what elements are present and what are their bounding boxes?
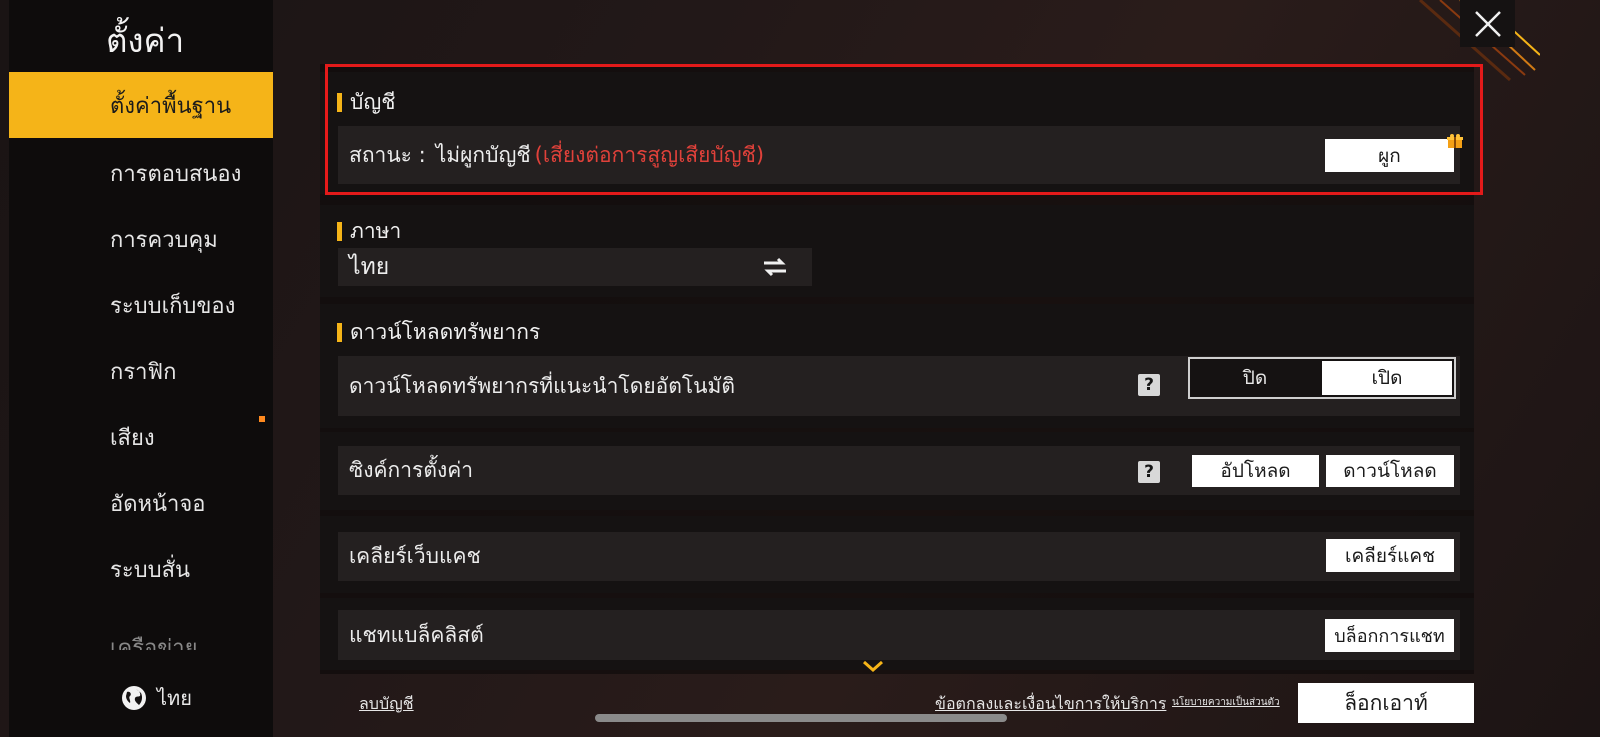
toggle-off[interactable]: ปิด	[1190, 359, 1320, 397]
language-heading-text: ภาษา	[350, 219, 402, 243]
sidebar-title: ตั้งค่า	[106, 21, 185, 60]
privacy-link[interactable]: นโยบายความเป็นส่วนตัว	[1172, 695, 1280, 710]
toggle-on[interactable]: เปิด	[1322, 361, 1452, 395]
sidebar-item-label: เสียง	[110, 425, 155, 451]
sidebar-item-label: ตั้งค่าพื้นฐาน	[110, 93, 232, 119]
sidebar-item-sound[interactable]: เสียง	[9, 404, 273, 470]
highlight-frame	[325, 64, 1483, 195]
auto-download-label: ดาวน์โหลดทรัพยากรที่แนะนำโดยอัตโนมัติ	[349, 373, 736, 398]
language-heading: ภาษา	[337, 215, 401, 248]
sidebar-item-controls[interactable]: การควบคุม	[9, 206, 273, 272]
swap-arrows-icon	[764, 257, 786, 277]
sidebar-item-network[interactable]: เครือข่าย	[9, 622, 273, 650]
sidebar-item-label: การตอบสนอง	[110, 161, 242, 187]
sidebar-item-storage[interactable]: ระบบเก็บของ	[9, 272, 273, 338]
clear-cache-button[interactable]: เคลียร์แคช	[1326, 539, 1454, 572]
logout-button[interactable]: ล็อกเอาท์	[1298, 683, 1474, 723]
download-heading-text: ดาวน์โหลดทรัพยากร	[350, 320, 541, 344]
language-dropdown[interactable]: ไทย	[338, 248, 812, 286]
block-chat-button[interactable]: บล็อกการแชท	[1325, 619, 1454, 652]
heading-bar	[337, 222, 342, 241]
sync-label: ซิงค์การตั้งค่า	[349, 458, 474, 482]
language-label: ไทย	[157, 686, 192, 710]
sidebar-item-label: ระบบสั่น	[110, 557, 191, 583]
sidebar-item-label: การควบคุม	[110, 227, 218, 253]
sidebar-item-screen-record[interactable]: อัดหน้าจอ	[9, 470, 273, 536]
chat-row: แชทแบล็คลิสต์	[338, 610, 1460, 660]
sidebar-item-response[interactable]: การตอบสนอง	[9, 140, 273, 206]
help-icon[interactable]: ?	[1138, 461, 1160, 483]
auto-download-toggle[interactable]: ปิด เปิด	[1188, 357, 1456, 399]
sidebar: ตั้งค่า ตั้งค่าพื้นฐาน การตอบสนอง การควบ…	[9, 0, 273, 737]
upload-button[interactable]: อัปโหลด	[1192, 455, 1319, 487]
sidebar-item-label: กราฟิก	[110, 359, 177, 385]
close-icon	[1474, 10, 1501, 37]
sidebar-item-vibration[interactable]: ระบบสั่น	[9, 536, 273, 602]
sidebar-item-label: เครือข่าย	[110, 636, 198, 650]
help-icon[interactable]: ?	[1138, 374, 1160, 396]
current-language: ไทย	[349, 254, 390, 280]
cache-label: เคลียร์เว็บแคช	[349, 544, 481, 568]
cache-section: เคลียร์เว็บแคช	[320, 516, 1474, 593]
heading-bar	[337, 323, 342, 342]
language-section: ภาษา ไทย	[320, 205, 1474, 297]
download-settings-button[interactable]: ดาวน์โหลด	[1326, 455, 1454, 487]
language-selector[interactable]: ไทย	[121, 682, 192, 714]
chat-section: แชทแบล็คลิสต์	[320, 598, 1474, 670]
notification-dot	[259, 416, 265, 422]
sidebar-item-basic-settings[interactable]: ตั้งค่าพื้นฐาน	[9, 72, 273, 138]
cache-row: เคลียร์เว็บแคช	[338, 532, 1460, 581]
chevron-down-icon[interactable]	[862, 660, 884, 672]
sidebar-item-label: ระบบเก็บของ	[110, 293, 236, 319]
globe-icon	[122, 686, 146, 710]
download-heading: ดาวน์โหลดทรัพยากร	[337, 316, 540, 349]
sidebar-item-label: อัดหน้าจอ	[110, 491, 206, 517]
home-indicator-bar	[595, 714, 1007, 722]
delete-account-link[interactable]: ลบบัญชี	[359, 692, 414, 717]
chat-label: แชทแบล็คลิสต์	[349, 622, 484, 647]
sidebar-item-graphics[interactable]: กราฟิก	[9, 338, 273, 404]
close-button[interactable]	[1460, 0, 1515, 47]
